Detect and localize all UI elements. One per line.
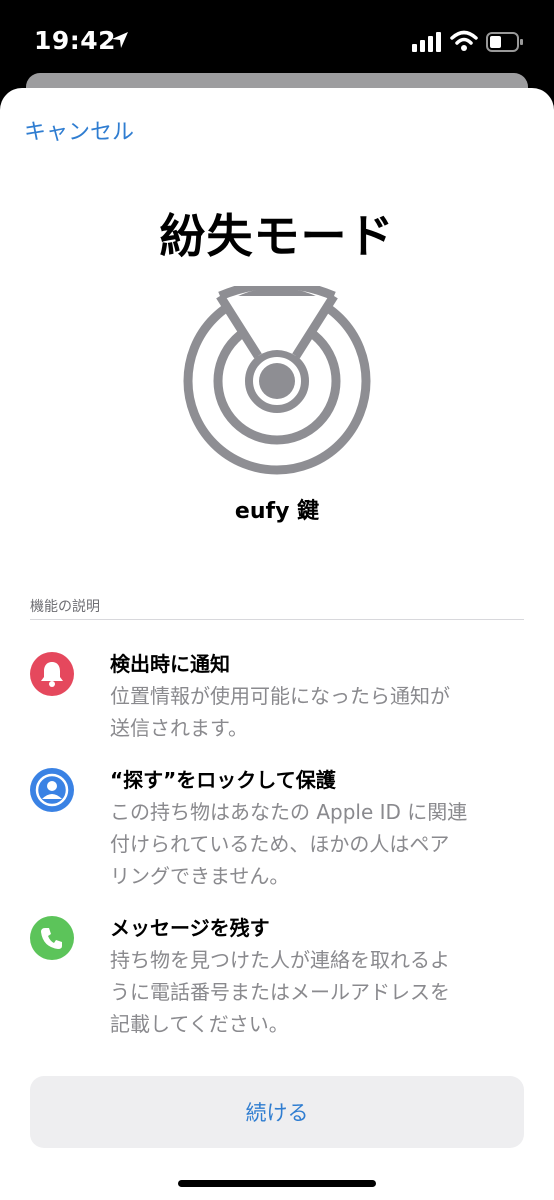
battery-icon — [486, 32, 523, 52]
feature-title: メッセージを残す — [110, 916, 270, 940]
feature-title: 検出時に通知 — [110, 652, 230, 676]
feature-description: 持ち物を見つけた人が連絡を取れるよ うに電話番号またはメールアドレスを 記載して… — [110, 948, 450, 1036]
feature-title: “探す”をロックして保護 — [110, 768, 336, 792]
lost-mode-sheet: キャンセル 紛失モード eufy 鍵 機能の説明 検出時に通知 位置情報が使用可… — [0, 88, 554, 1200]
bell-icon — [30, 652, 74, 696]
feature-description: この持ち物はあなたの Apple ID に関連 付けられているため、ほかの人はペ… — [110, 800, 468, 888]
divider — [30, 619, 524, 620]
phone-icon — [30, 916, 74, 960]
wifi-icon — [450, 30, 478, 51]
cellular-signal-icon — [412, 32, 441, 52]
feature-description: 位置情報が使用可能になったら通知が 送信されます。 — [110, 684, 450, 740]
section-header: 機能の説明 — [30, 599, 100, 615]
home-indicator[interactable] — [178, 1180, 376, 1187]
status-time: 19:42 — [34, 26, 117, 55]
item-name: eufy 鍵 — [234, 499, 320, 524]
continue-button[interactable]: 続ける — [30, 1076, 524, 1148]
cancel-button[interactable]: キャンセル — [24, 114, 134, 146]
lost-mode-radar-icon — [183, 286, 371, 475]
location-arrow-icon — [112, 32, 128, 48]
person-icon — [30, 768, 74, 812]
page-title: 紛失モード — [159, 209, 395, 263]
